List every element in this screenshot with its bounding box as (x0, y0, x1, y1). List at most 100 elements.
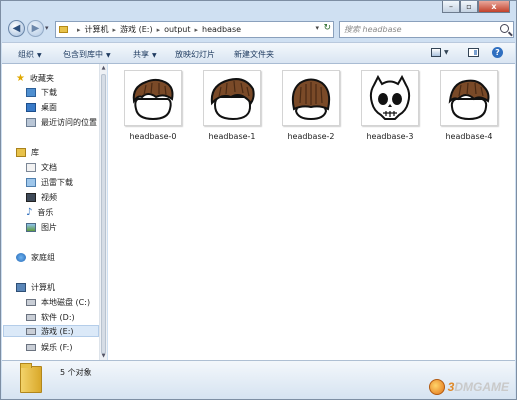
window-controls: – ▫ x (442, 1, 510, 13)
nav-computer[interactable]: 计算机 (16, 281, 55, 293)
breadcrumb-drive-e[interactable]: 游戏 (E:) (120, 24, 153, 35)
change-view-icon[interactable] (431, 48, 441, 57)
nav-favorites[interactable]: ★ 收藏夹 (16, 72, 54, 84)
music-note-icon: ♪ (26, 206, 33, 218)
caret-down-icon: ▼ (152, 52, 157, 59)
help-icon[interactable]: ? (492, 47, 503, 58)
nav-favorites-label: 收藏夹 (29, 73, 54, 83)
star-icon: ★ (16, 72, 25, 84)
nav-scrollbar[interactable]: ▲ ▼ (99, 64, 107, 360)
close-button[interactable]: x (478, 1, 510, 13)
nav-libraries-label: 库 (31, 147, 39, 157)
image-thumbnail (282, 70, 340, 126)
drive-icon (26, 313, 36, 321)
nav-recent-label: 最近访问的位置 (41, 117, 97, 127)
preview-pane-icon[interactable] (468, 48, 479, 57)
scroll-down-icon[interactable]: ▼ (100, 352, 107, 360)
breadcrumb-computer[interactable]: 计算机 (85, 24, 109, 35)
library-icon (16, 147, 26, 157)
nav-drive-f[interactable]: 娱乐 (F:) (26, 341, 72, 353)
command-bar: 组织 ▼ 包含到库中 ▼ 共享 ▼ 放映幻灯片 新建文件夹 ▼ ? (2, 42, 515, 64)
refresh-icon[interactable]: ↻ (323, 23, 331, 33)
nav-downloads[interactable]: 下载 (26, 86, 57, 98)
breadcrumb-separator-icon[interactable]: ▸ (113, 26, 117, 34)
nav-drive-c-label: 本地磁盘 (C:) (41, 297, 91, 307)
new-folder-button[interactable]: 新建文件夹 (234, 49, 274, 60)
picture-icon (26, 222, 36, 232)
nav-xunlei-label: 迅雷下载 (41, 177, 73, 187)
file-name[interactable]: headbase-0 (118, 132, 188, 141)
breadcrumb-headbase[interactable]: headbase (202, 25, 241, 34)
nav-computer-label: 计算机 (31, 282, 55, 292)
nav-desktop[interactable]: 桌面 (26, 101, 57, 113)
video-icon (26, 192, 36, 202)
hair-head-thumbnail-icon (210, 78, 255, 121)
address-dropdown-icon[interactable]: ▾ (315, 24, 319, 32)
file-item[interactable]: headbase-0 (118, 70, 188, 141)
search-input[interactable]: 搜索 headbase (339, 21, 514, 38)
nav-xunlei-downloads[interactable]: 迅雷下载 (26, 176, 73, 188)
breadcrumb-separator-icon[interactable]: ▸ (194, 26, 198, 34)
forward-arrow-icon: ▶ (31, 23, 40, 34)
scroll-up-icon[interactable]: ▲ (100, 64, 107, 72)
system-drive-icon (26, 298, 36, 306)
file-name[interactable]: headbase-4 (434, 132, 504, 141)
file-item[interactable]: headbase-1 (197, 70, 267, 141)
nav-drive-c[interactable]: 本地磁盘 (C:) (26, 296, 90, 308)
homegroup-icon (16, 252, 26, 262)
file-item[interactable]: headbase-3 (355, 70, 425, 141)
scroll-thumb[interactable] (101, 74, 106, 354)
explorer-window: – ▫ x ◀ ▶ ▾ ▸ 计算机 ▸ 游戏 (E:) ▸ output ▸ h… (0, 0, 517, 400)
watermark: 3DMGAME (428, 379, 509, 395)
minimize-button[interactable]: – (442, 1, 460, 13)
recent-places-icon (26, 117, 36, 127)
breadcrumb-separator-icon[interactable]: ▸ (157, 26, 161, 34)
history-dropdown-icon[interactable]: ▾ (45, 24, 49, 32)
nav-desktop-label: 桌面 (41, 102, 57, 112)
nav-music[interactable]: ♪ 音乐 (26, 206, 53, 218)
image-thumbnail (361, 70, 419, 126)
nav-videos[interactable]: 视频 (26, 191, 57, 203)
nav-recent-places[interactable]: 最近访问的位置 (26, 116, 97, 128)
slideshow-button[interactable]: 放映幻灯片 (175, 49, 215, 60)
view-options-dropdown-icon[interactable]: ▼ (444, 49, 449, 56)
nav-downloads-label: 下载 (41, 87, 57, 97)
nav-drive-d[interactable]: 软件 (D:) (26, 311, 75, 323)
drive-icon (26, 343, 36, 351)
folder-icon (59, 26, 68, 33)
breadcrumb-separator-icon[interactable]: ▸ (77, 26, 81, 34)
share-label: 共享 (133, 50, 149, 59)
file-item[interactable]: headbase-2 (276, 70, 346, 141)
documents-icon (26, 162, 36, 172)
nav-drive-d-label: 软件 (D:) (41, 312, 75, 322)
search-icon[interactable] (500, 24, 509, 33)
nav-homegroup[interactable]: 家庭组 (16, 251, 55, 263)
file-item[interactable]: headbase-4 (434, 70, 504, 141)
nav-drive-e[interactable]: 游戏 (E:) (3, 325, 99, 337)
address-box[interactable]: ▸ 计算机 ▸ 游戏 (E:) ▸ output ▸ headbase ▾ ↻ (55, 21, 334, 38)
file-list: headbase-0 headbase-1 headbase-2 headbas… (108, 64, 515, 360)
nav-documents[interactable]: 文档 (26, 161, 57, 173)
share-menu[interactable]: 共享 ▼ (133, 49, 157, 60)
caret-down-icon: ▼ (106, 52, 111, 59)
nav-pictures[interactable]: 图片 (26, 221, 57, 233)
image-thumbnail (440, 70, 498, 126)
back-button[interactable]: ◀ (8, 20, 25, 37)
xunlei-folder-icon (26, 177, 36, 187)
nav-libraries[interactable]: 库 (16, 146, 39, 158)
file-name[interactable]: headbase-3 (355, 132, 425, 141)
include-in-library-menu[interactable]: 包含到库中 ▼ (63, 49, 111, 60)
organize-menu[interactable]: 组织 ▼ (18, 49, 42, 60)
file-name[interactable]: headbase-1 (197, 132, 267, 141)
forward-button[interactable]: ▶ (27, 20, 44, 37)
hair-head-thumbnail-icon (291, 78, 331, 121)
hair-head-thumbnail-icon (132, 78, 174, 121)
include-in-library-label: 包含到库中 (63, 50, 103, 59)
computer-icon (16, 282, 26, 292)
nav-homegroup-label: 家庭组 (31, 252, 55, 262)
maximize-button[interactable]: ▫ (460, 1, 478, 13)
file-name[interactable]: headbase-2 (276, 132, 346, 141)
nav-documents-label: 文档 (41, 162, 57, 172)
nav-videos-label: 视频 (41, 192, 57, 202)
breadcrumb-output[interactable]: output (164, 25, 190, 34)
